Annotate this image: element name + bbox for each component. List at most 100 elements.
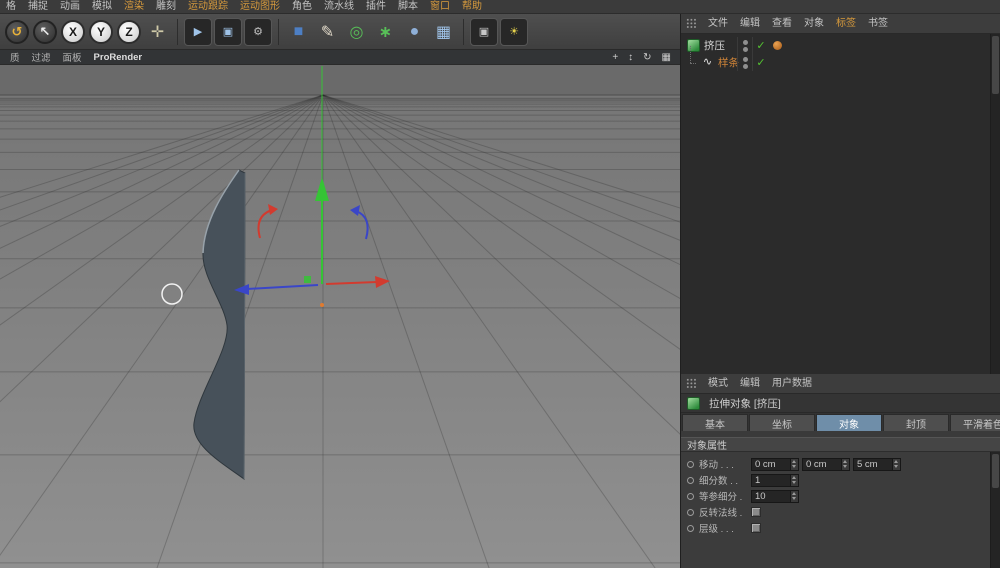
attribute-scrollbar[interactable] xyxy=(990,452,1000,568)
phong-tag-icon[interactable] xyxy=(773,41,782,50)
stepper-control[interactable] xyxy=(790,459,798,470)
render-settings-icon[interactable]: ⚙ xyxy=(244,18,272,46)
keyframe-circle-icon[interactable] xyxy=(687,525,694,532)
menu-item-渲染[interactable]: 渲染 xyxy=(118,0,150,14)
object-label[interactable]: 挤压 xyxy=(704,38,725,53)
rotate-icon[interactable]: ↻ xyxy=(638,52,656,63)
object-row-columns: ✓ xyxy=(737,37,785,54)
toolbar-separator xyxy=(463,19,464,45)
viewport-menu-prorender[interactable]: ProRender xyxy=(88,52,149,63)
menu-item-雕刻[interactable]: 雕刻 xyxy=(150,0,182,14)
stepper-control[interactable] xyxy=(790,491,798,502)
tab-对象[interactable]: 对象 xyxy=(816,414,882,431)
menu-item-脚本[interactable]: 脚本 xyxy=(392,0,424,14)
lock-x-button[interactable]: X xyxy=(61,20,85,44)
attribute-label: 细分数 . . xyxy=(699,473,751,487)
visibility-toggles[interactable] xyxy=(737,54,753,71)
om-menu-编辑[interactable]: 编辑 xyxy=(734,17,766,31)
object-tree-scrollbar[interactable] xyxy=(990,34,1000,374)
menu-item-插件[interactable]: 插件 xyxy=(360,0,392,14)
viewport-canvas[interactable] xyxy=(0,65,680,568)
render-visibility-dot[interactable] xyxy=(743,47,748,52)
keyframe-circle-icon[interactable] xyxy=(687,477,694,484)
attribute-title-row: 拉伸对象 [挤压] xyxy=(681,394,1000,413)
menu-item-窗口[interactable]: 窗口 xyxy=(424,0,456,14)
keyframe-circle-icon[interactable] xyxy=(687,461,694,468)
value-field[interactable]: 1 xyxy=(751,474,799,487)
undo-icon[interactable]: ↺ xyxy=(5,20,29,44)
value-field[interactable]: 0 cm xyxy=(751,458,799,471)
visibility-toggles[interactable] xyxy=(737,37,753,54)
am-menu-模式[interactable]: 模式 xyxy=(702,377,734,391)
viewport-menu-面板[interactable]: 面板 xyxy=(57,50,88,64)
stepper-down-icon[interactable] xyxy=(791,496,798,502)
stepper-control[interactable] xyxy=(892,459,900,470)
coordinate-system-icon[interactable]: ✛ xyxy=(144,18,171,46)
field-value: 0 cm xyxy=(752,459,790,470)
stepper-control[interactable] xyxy=(790,475,798,486)
om-menu-书签[interactable]: 书签 xyxy=(862,17,894,31)
stepper-control[interactable] xyxy=(841,459,849,470)
editor-visibility-dot[interactable] xyxy=(743,40,748,45)
viewport-menu-过滤[interactable]: 过滤 xyxy=(26,50,57,64)
menu-item-格[interactable]: 格 xyxy=(0,0,22,14)
pen-spline-icon[interactable]: ✎ xyxy=(314,18,341,46)
live-selection-icon[interactable]: ↖ xyxy=(33,20,57,44)
menu-item-捕捉[interactable]: 捕捉 xyxy=(22,0,54,14)
menu-item-运动图形[interactable]: 运动图形 xyxy=(234,0,286,14)
om-menu-查看[interactable]: 查看 xyxy=(766,17,798,31)
object-row-样条[interactable]: ∿样条✓ xyxy=(681,54,1000,71)
render-visibility-dot[interactable] xyxy=(743,64,748,69)
keyframe-circle-icon[interactable] xyxy=(687,493,694,500)
light-icon[interactable]: ☀ xyxy=(500,18,528,46)
stepper-down-icon[interactable] xyxy=(791,480,798,486)
menu-item-流水线[interactable]: 流水线 xyxy=(318,0,360,14)
menu-item-模拟[interactable]: 模拟 xyxy=(86,0,118,14)
tab-基本[interactable]: 基本 xyxy=(682,414,748,431)
camera-icon[interactable]: ▣ xyxy=(470,18,498,46)
maximize-icon[interactable]: ▦ xyxy=(657,52,676,63)
menu-item-帮助[interactable]: 帮助 xyxy=(456,0,488,14)
render-view-icon[interactable]: ▶ xyxy=(184,18,212,46)
om-menu-对象[interactable]: 对象 xyxy=(798,17,830,31)
viewport-menu-质[interactable]: 质 xyxy=(4,50,26,64)
tree-indent xyxy=(681,54,701,71)
panel-grip-icon[interactable] xyxy=(686,378,697,389)
keyframe-circle-icon[interactable] xyxy=(687,509,694,516)
tab-坐标[interactable]: 坐标 xyxy=(749,414,815,431)
render-picture-viewer-icon[interactable]: ▣ xyxy=(214,18,242,46)
panel-grip-icon[interactable] xyxy=(686,18,697,29)
checkbox[interactable] xyxy=(751,523,761,533)
enable-check-icon[interactable]: ✓ xyxy=(753,56,769,69)
array-icon[interactable]: ▦ xyxy=(430,18,457,46)
pan-icon[interactable]: + xyxy=(607,52,623,63)
stepper-down-icon[interactable] xyxy=(791,464,798,470)
am-menu-编辑[interactable]: 编辑 xyxy=(734,377,766,391)
tab-平滑着色[interactable]: 平滑着色 xyxy=(950,414,1000,431)
am-menu-用户数据[interactable]: 用户数据 xyxy=(766,377,818,391)
value-field[interactable]: 5 cm xyxy=(853,458,901,471)
stepper-down-icon[interactable] xyxy=(893,464,900,470)
mograph-icon[interactable]: ∗ xyxy=(372,18,399,46)
menu-item-角色[interactable]: 角色 xyxy=(286,0,318,14)
object-label[interactable]: 样条 xyxy=(718,55,739,70)
scrollbar-thumb[interactable] xyxy=(992,454,999,488)
volume-icon[interactable]: ● xyxy=(401,18,428,46)
zoom-icon[interactable]: ↕ xyxy=(623,52,638,63)
value-field[interactable]: 0 cm xyxy=(802,458,850,471)
menu-item-运动跟踪[interactable]: 运动跟踪 xyxy=(182,0,234,14)
object-row-挤压[interactable]: 挤压 ✓ xyxy=(681,37,1000,54)
tab-封顶[interactable]: 封顶 xyxy=(883,414,949,431)
stepper-down-icon[interactable] xyxy=(842,464,849,470)
checkbox[interactable] xyxy=(751,507,761,517)
menu-item-动画[interactable]: 动画 xyxy=(54,0,86,14)
subdivision-surface-icon[interactable]: ◎ xyxy=(343,18,370,46)
editor-visibility-dot[interactable] xyxy=(743,57,748,62)
lock-z-button[interactable]: Z xyxy=(117,20,141,44)
enable-check-icon[interactable]: ✓ xyxy=(753,39,769,52)
lock-y-button[interactable]: Y xyxy=(89,20,113,44)
om-menu-文件[interactable]: 文件 xyxy=(702,17,734,31)
om-menu-标签[interactable]: 标签 xyxy=(830,17,862,31)
cube-primitive-icon[interactable]: ■ xyxy=(285,18,312,46)
value-field[interactable]: 10 xyxy=(751,490,799,503)
